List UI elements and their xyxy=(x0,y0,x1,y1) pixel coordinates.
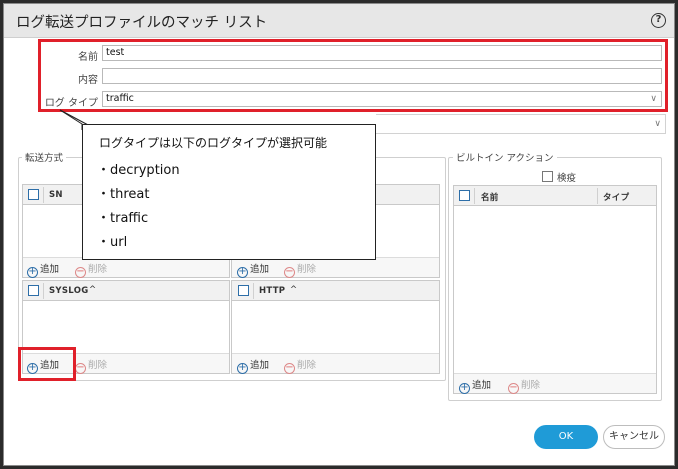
builtin-action-grid: 名前 タイプ + 追加 − 削除 xyxy=(453,185,657,394)
callout-item-traffic: ・traffic xyxy=(97,211,149,226)
email-add-button[interactable]: + 追加 xyxy=(237,261,269,278)
forward-method-title: 転送方式 xyxy=(22,150,67,164)
cancel-button[interactable]: キャンセル xyxy=(603,425,665,449)
syslog-header-text: SYSLOG xyxy=(49,286,89,296)
form-highlight-box xyxy=(38,39,668,112)
plus-icon: + xyxy=(459,382,470,394)
http-grid: HTTP ^ + 追加 − 削除 xyxy=(231,280,440,374)
syslog-add-highlight-box xyxy=(18,347,76,381)
builtin-col-name: 名前 xyxy=(481,193,499,203)
ok-button[interactable]: OK xyxy=(534,425,598,449)
builtin-delete-button[interactable]: − 削除 xyxy=(508,377,540,394)
http-grid-header: HTTP ^ xyxy=(232,281,439,301)
callout-item-decryption: ・decryption xyxy=(97,163,180,178)
snmp-add-button[interactable]: + 追加 xyxy=(27,261,59,278)
select-all-checkbox[interactable] xyxy=(28,189,39,200)
callout-item-threat: ・threat xyxy=(97,187,150,202)
http-delete-button[interactable]: − 削除 xyxy=(284,357,316,374)
match-list-dialog: ログ転送プロファイルのマッチ リスト ? 名前 test 内容 ログ タイプ t… xyxy=(3,3,675,466)
filter-select[interactable]: ∨ xyxy=(376,114,666,134)
dialog-title: ログ転送プロファイルのマッチ リスト xyxy=(16,15,268,31)
builtin-grid-header: 名前 タイプ xyxy=(454,186,656,206)
email-grid-footer: + 追加 − 削除 xyxy=(232,257,439,278)
builtin-grid-footer: + 追加 − 削除 xyxy=(454,373,656,394)
minus-icon: − xyxy=(508,382,519,394)
syslog-grid-header: SYSLOG ^ xyxy=(23,281,229,301)
chevron-down-icon: ∨ xyxy=(654,119,661,129)
minus-icon: − xyxy=(284,362,295,374)
select-all-checkbox[interactable] xyxy=(28,285,39,296)
http-header-text: HTTP xyxy=(259,286,286,296)
email-delete-button[interactable]: − 削除 xyxy=(284,261,316,278)
builtin-col-type: タイプ xyxy=(603,193,630,203)
select-all-checkbox[interactable] xyxy=(459,190,470,201)
syslog-delete-button[interactable]: − 削除 xyxy=(75,357,107,374)
select-all-checkbox[interactable] xyxy=(238,285,249,296)
minus-icon: − xyxy=(75,362,86,374)
plus-icon: + xyxy=(237,362,248,374)
callout-title: ログタイプは以下のログタイプが選択可能 xyxy=(99,136,328,150)
minus-icon: − xyxy=(75,266,86,278)
snmp-delete-button[interactable]: − 削除 xyxy=(75,261,107,278)
plus-icon: + xyxy=(27,266,38,278)
help-icon[interactable]: ? xyxy=(651,13,666,28)
quarantine-label: 検疫 xyxy=(557,173,577,184)
snmp-grid-footer: + 追加 − 削除 xyxy=(23,257,229,278)
quarantine-checkbox[interactable] xyxy=(542,171,553,182)
annotation-callout: ログタイプは以下のログタイプが選択可能 ・decryption ・threat … xyxy=(82,124,376,260)
plus-icon: + xyxy=(237,266,248,278)
minus-icon: − xyxy=(284,266,295,278)
builtin-action-title: ビルトイン アクション xyxy=(453,150,557,164)
sort-asc-icon[interactable]: ^ xyxy=(89,285,96,295)
sort-asc-icon[interactable]: ^ xyxy=(290,285,297,295)
callout-item-url: ・url xyxy=(97,235,128,250)
builtin-add-button[interactable]: + 追加 xyxy=(459,377,491,394)
snmp-header-text: SN xyxy=(49,190,63,200)
http-grid-footer: + 追加 − 削除 xyxy=(232,353,439,374)
dialog-titlebar: ログ転送プロファイルのマッチ リスト ? xyxy=(4,4,674,38)
http-add-button[interactable]: + 追加 xyxy=(237,357,269,374)
